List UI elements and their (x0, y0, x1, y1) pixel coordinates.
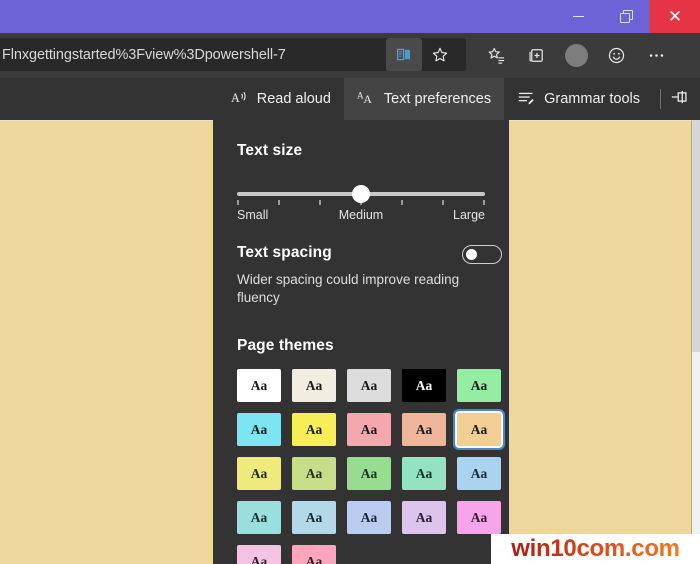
theme-swatch-sample: Aa (415, 509, 433, 525)
profile-avatar[interactable] (558, 37, 594, 73)
toggle-knob (466, 249, 477, 260)
minimize-button[interactable] (554, 0, 602, 33)
address-inline-icons (386, 38, 458, 71)
grammar-tools-button[interactable]: Grammar tools (504, 78, 653, 120)
theme-swatch[interactable]: Aa (347, 369, 391, 402)
text-preferences-label: Text preferences (383, 91, 492, 107)
reader-toolbar: A Read aloud A A Text preferences Gramma… (0, 78, 700, 120)
theme-swatch-sample: Aa (360, 421, 378, 437)
theme-swatch-sample: Aa (470, 465, 488, 481)
theme-swatch-sample: Aa (250, 465, 268, 481)
theme-swatch[interactable]: Aa (237, 545, 281, 564)
theme-swatch[interactable]: Aa (457, 501, 501, 534)
collections-icon[interactable] (518, 37, 554, 73)
theme-swatch-sample: Aa (250, 377, 268, 393)
text-spacing-heading: Text spacing (237, 244, 332, 261)
close-button[interactable]: ✕ (650, 0, 700, 33)
feedback-smiley-icon[interactable] (598, 37, 634, 73)
toolbar-divider (660, 89, 661, 109)
theme-swatch-sample: Aa (470, 377, 488, 393)
theme-swatch[interactable]: Aa (292, 457, 336, 490)
pin-icon (670, 88, 690, 111)
text-size-slider[interactable]: Small Medium Large (237, 182, 485, 226)
theme-swatch-sample: Aa (470, 421, 488, 437)
theme-swatch-sample: Aa (305, 421, 323, 437)
theme-swatch-sample: Aa (360, 377, 378, 393)
restore-button[interactable] (602, 0, 650, 33)
theme-swatch[interactable]: Aa (292, 545, 336, 564)
theme-swatch-sample: Aa (360, 509, 378, 525)
theme-swatch[interactable]: Aa (347, 501, 391, 534)
theme-swatch-sample: Aa (415, 465, 433, 481)
watermark: win10com.com (491, 534, 700, 564)
pin-toolbar-button[interactable] (668, 78, 700, 120)
address-url-text: Flnxgettingstarted%3Fview%3Dpowershell-7 (2, 46, 286, 63)
theme-swatch-sample: Aa (305, 377, 323, 393)
theme-swatch[interactable]: Aa (347, 413, 391, 446)
grammar-tools-icon (517, 89, 537, 110)
theme-swatch-sample: Aa (250, 421, 268, 437)
scrollbar-thumb[interactable] (692, 120, 700, 352)
avatar (564, 43, 588, 67)
theme-swatch[interactable]: Aa (237, 369, 281, 402)
theme-swatch-sample: Aa (250, 509, 268, 525)
watermark-text: win10com.com (511, 535, 680, 562)
theme-swatch[interactable]: Aa (453, 409, 505, 450)
theme-swatch-sample: Aa (415, 377, 433, 393)
theme-swatch[interactable]: Aa (402, 413, 446, 446)
title-bar: ✕ (0, 0, 700, 33)
text-preferences-button[interactable]: A A Text preferences (343, 78, 505, 120)
theme-swatch[interactable]: Aa (237, 413, 281, 446)
text-spacing-toggle[interactable] (462, 245, 502, 264)
theme-swatch[interactable]: Aa (347, 457, 391, 490)
page-themes-grid: Aa Aa Aa Aa Aa Aa Aa Aa Aa Aa Aa Aa Aa Aa Aa Aa Aa Aa Aa Aa… (237, 369, 505, 564)
theme-swatch[interactable]: Aa (292, 413, 336, 446)
text-spacing-description: Wider spacing could improve reading flue… (237, 272, 460, 305)
browser-window: ✕ Flnxgettingstarted%3Fview%3Dpowershell… (0, 0, 700, 564)
svg-text:A: A (363, 91, 372, 105)
address-bar-strip: Flnxgettingstarted%3Fview%3Dpowershell-7 (0, 33, 700, 78)
text-preferences-icon: A A (357, 89, 377, 110)
theme-swatch-sample: Aa (305, 553, 323, 564)
theme-swatch[interactable]: Aa (457, 457, 501, 490)
grammar-tools-label: Grammar tools (544, 91, 640, 107)
text-spacing-section: Text spacing Wider spacing could improve… (237, 244, 502, 307)
theme-swatch[interactable]: Aa (292, 369, 336, 402)
close-icon: ✕ (667, 7, 683, 26)
slider-label-medium: Medium (338, 208, 384, 222)
svg-text:A: A (231, 90, 240, 104)
theme-swatch-sample: Aa (305, 465, 323, 481)
slider-label-large: Large (453, 208, 485, 222)
text-preferences-flyout: Text size Small Medium Large Text spacin… (213, 120, 509, 564)
immersive-reader-icon[interactable] (386, 38, 422, 71)
theme-swatch-sample: Aa (470, 509, 488, 525)
theme-swatch[interactable]: Aa (237, 501, 281, 534)
page-scrollbar[interactable] (692, 120, 700, 564)
settings-more-icon[interactable] (638, 37, 674, 73)
theme-swatch[interactable]: Aa (457, 369, 501, 402)
restore-icon (619, 10, 633, 23)
minimize-icon (572, 16, 584, 17)
slider-label-small: Small (237, 208, 269, 222)
theme-swatch-sample: Aa (360, 465, 378, 481)
theme-swatch[interactable]: Aa (402, 457, 446, 490)
favorites-list-icon[interactable] (478, 37, 514, 73)
read-aloud-icon: A (231, 89, 250, 110)
theme-swatch[interactable]: Aa (402, 369, 446, 402)
theme-swatch-sample: Aa (415, 421, 433, 437)
theme-swatch[interactable]: Aa (292, 501, 336, 534)
favorite-star-icon[interactable] (422, 38, 458, 71)
slider-thumb[interactable] (352, 185, 370, 203)
read-aloud-button[interactable]: A Read aloud (218, 78, 344, 120)
text-size-heading: Text size (237, 142, 303, 159)
toolbar-icons (478, 37, 674, 73)
theme-swatch[interactable]: Aa (402, 501, 446, 534)
theme-swatch-sample: Aa (250, 553, 268, 564)
theme-swatch-sample: Aa (305, 509, 323, 525)
read-aloud-label: Read aloud (256, 91, 331, 107)
page-themes-heading: Page themes (237, 337, 334, 354)
theme-swatch[interactable]: Aa (237, 457, 281, 490)
